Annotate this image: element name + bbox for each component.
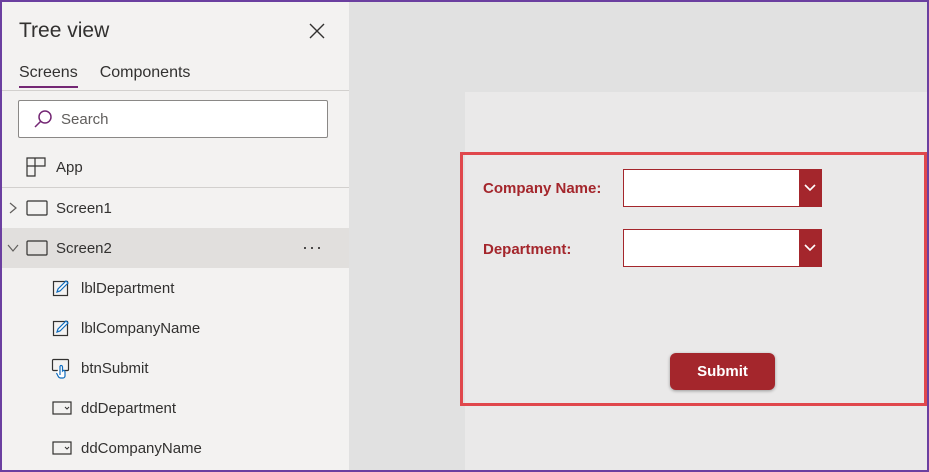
tree-view-panel: Tree view Screens Components App Screen1: [2, 2, 349, 470]
tree-item-ddcompanyname[interactable]: ddCompanyName: [2, 428, 349, 468]
selection-highlight: [460, 152, 927, 406]
search-box[interactable]: [18, 100, 328, 138]
dropdown-control-icon: [52, 401, 72, 415]
button-pointer-icon: [51, 358, 70, 379]
tree-item-label: ddCompanyName: [81, 439, 202, 457]
dropdown-control-icon: [52, 441, 72, 455]
screen-icon: [26, 240, 48, 256]
more-options-button[interactable]: ···: [302, 237, 323, 258]
chevron-right-icon[interactable]: [7, 202, 19, 214]
tree-item-label: Screen1: [56, 199, 112, 217]
tree-view-tabs: Screens Components: [19, 64, 190, 88]
tree-item-label: lblCompanyName: [81, 319, 201, 337]
tree-item-screen2[interactable]: Screen2 ···: [2, 228, 349, 268]
tree-item-label: Screen2: [56, 239, 112, 257]
close-icon: [309, 23, 325, 39]
tab-screens[interactable]: Screens: [19, 64, 78, 88]
screen-icon: [26, 200, 48, 216]
close-button[interactable]: [302, 16, 332, 46]
tabs-divider: [2, 90, 349, 91]
tree-item-label: btnSubmit: [81, 359, 149, 377]
tab-components[interactable]: Components: [100, 64, 191, 88]
tree-item-label: App: [56, 158, 83, 176]
chevron-down-icon[interactable]: [7, 242, 19, 254]
tree-view-title: Tree view: [19, 19, 110, 42]
label-edit-icon: [52, 280, 69, 297]
tree-item-lblcompanyname[interactable]: lblCompanyName: [2, 308, 349, 348]
tree-item-app[interactable]: App: [2, 147, 349, 187]
label-edit-icon: [52, 320, 69, 337]
app-icon: [26, 157, 46, 177]
tree-item-screen1[interactable]: Screen1: [2, 188, 349, 228]
tree-item-dddepartment[interactable]: ddDepartment: [2, 388, 349, 428]
search-icon: [34, 110, 52, 128]
search-input[interactable]: [61, 110, 311, 128]
tree-item-lbldepartment[interactable]: lblDepartment: [2, 268, 349, 308]
tree-item-btnsubmit[interactable]: btnSubmit: [2, 348, 349, 388]
tree-item-label: ddDepartment: [81, 399, 177, 417]
tree-item-label: lblDepartment: [81, 279, 175, 297]
